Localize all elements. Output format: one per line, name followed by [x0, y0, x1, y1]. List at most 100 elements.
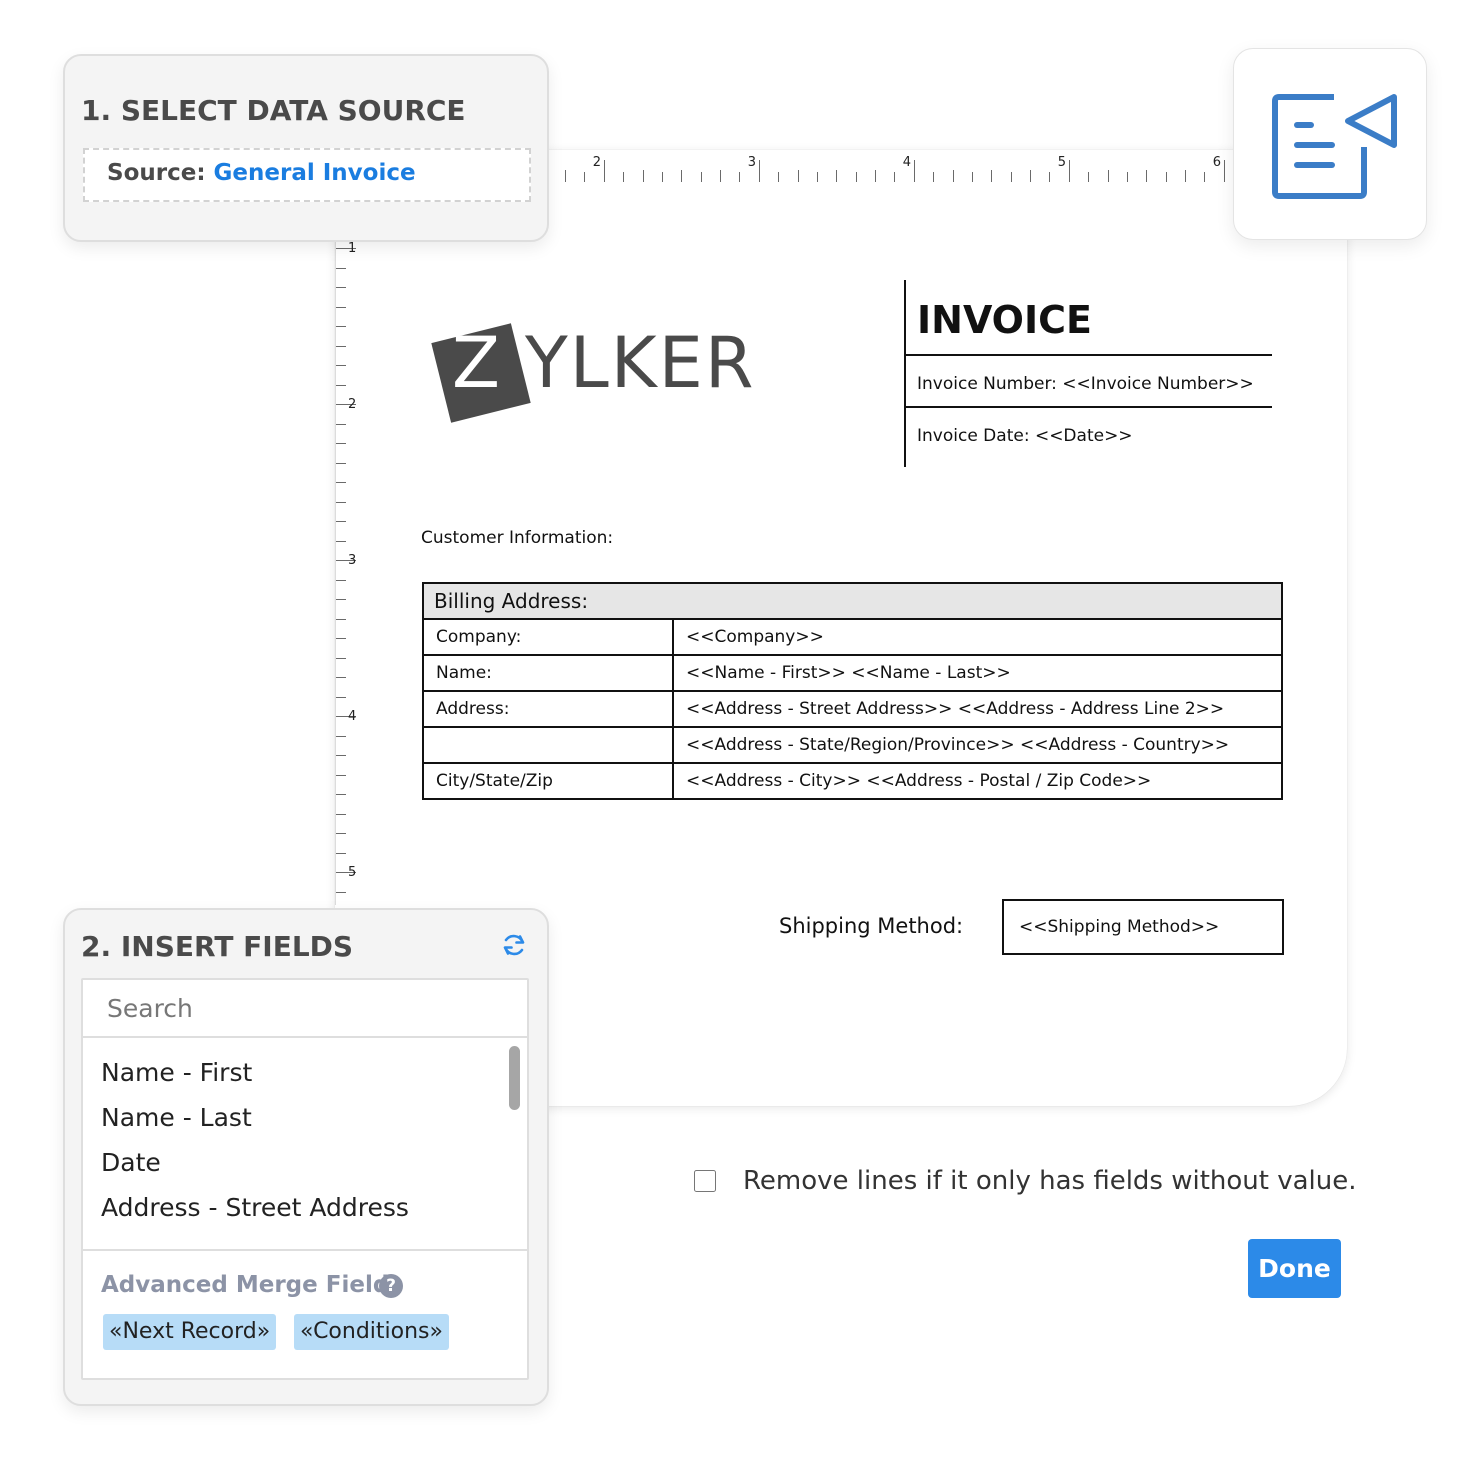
customer-info-label: Customer Information:	[421, 528, 614, 548]
ruler-tick	[336, 540, 346, 542]
ruler-tick	[336, 891, 346, 893]
insert-fields-panel: 2. INSERT FIELDS Name - First Name - Las…	[63, 908, 549, 1406]
ruler-tick	[336, 599, 346, 600]
invoice-number[interactable]: Invoice Number: <<Invoice Number>>	[917, 374, 1254, 394]
shipping-method-box[interactable]: <<Shipping Method>>	[1002, 899, 1284, 955]
ruler-tick	[336, 735, 346, 737]
list-item[interactable]: Name - Last	[101, 1103, 252, 1132]
ruler-tick	[778, 172, 780, 182]
ruler-tick	[1030, 170, 1031, 182]
shipping-method-value: <<Shipping Method>>	[1019, 917, 1220, 937]
ruler-number: 3	[348, 553, 357, 568]
advanced-merge-fields-label: Advanced Merge Fields	[101, 1272, 403, 1298]
ruler-tick	[336, 287, 346, 288]
ruler-tick	[336, 345, 346, 347]
next-record-chip[interactable]: «Next Record»	[103, 1314, 277, 1350]
fields-box: Name - First Name - Last Date Address - …	[81, 978, 529, 1380]
billing-value[interactable]: <<Company>>	[672, 618, 1283, 656]
billing-value[interactable]: <<Address - City>> <<Address - Postal / …	[672, 762, 1283, 800]
ruler-tick	[336, 267, 346, 269]
conditions-chip[interactable]: «Conditions»	[294, 1314, 449, 1350]
invoice-date[interactable]: Invoice Date: <<Date>>	[917, 426, 1133, 446]
ruler-number: 3	[747, 155, 757, 170]
table-row: City/State/Zip <<Address - City>> <<Addr…	[422, 762, 1283, 800]
ruler-tick	[952, 170, 954, 182]
ruler-tick	[642, 170, 644, 182]
billing-label: Name:	[422, 654, 674, 692]
field-list: Name - First Name - Last Date Address - …	[83, 1040, 527, 1248]
list-item[interactable]: Name - First	[101, 1058, 252, 1087]
source-value-link[interactable]: General Invoice	[214, 160, 416, 186]
remove-empty-lines-label[interactable]: Remove lines if it only has fields witho…	[743, 1166, 1357, 1196]
ruler-tick	[681, 170, 683, 182]
billing-header: Billing Address:	[422, 582, 1283, 620]
ruler-tick	[855, 172, 857, 182]
ruler-tick	[1088, 172, 1090, 182]
field-list-scrollbar[interactable]	[509, 1046, 520, 1110]
list-item[interactable]: Date	[101, 1148, 161, 1177]
search-input[interactable]	[83, 980, 527, 1038]
invoice-vertical-rule	[904, 280, 906, 467]
ruler-number: 5	[348, 865, 357, 880]
ruler-number: 6	[1212, 155, 1222, 170]
ruler-number: 4	[348, 709, 357, 724]
data-source-selector[interactable]: Source: General Invoice	[83, 148, 531, 202]
ruler-tick	[336, 501, 346, 503]
table-row: <<Address - State/Region/Province>> <<Ad…	[422, 726, 1283, 764]
ruler-tick	[336, 638, 346, 639]
select-data-source-panel: 1. SELECT DATA SOURCE Source: General In…	[63, 54, 549, 242]
ruler-tick	[1049, 172, 1051, 182]
billing-label: City/State/Zip	[422, 762, 674, 800]
ruler-tick	[971, 172, 973, 182]
logo-text: YLKER	[525, 322, 756, 404]
mail-merge-card	[1233, 48, 1427, 240]
ruler-tick	[336, 794, 346, 795]
ruler-tick	[836, 170, 838, 182]
divider	[83, 1249, 527, 1251]
ruler-tick	[739, 172, 741, 182]
ruler-tick	[584, 172, 586, 182]
table-row: Address: <<Address - Street Address>> <<…	[422, 690, 1283, 728]
billing-value[interactable]: <<Name - First>> <<Name - Last>>	[672, 654, 1283, 692]
ruler-tick	[336, 755, 346, 756]
billing-label: Company:	[422, 618, 674, 656]
remove-empty-lines-checkbox[interactable]	[694, 1170, 716, 1192]
ruler-tick	[720, 170, 721, 182]
ruler-tick	[336, 423, 346, 425]
billing-address-table: Billing Address: Company: <<Company>> Na…	[422, 582, 1283, 800]
ruler-tick	[336, 852, 346, 854]
invoice-divider	[905, 354, 1272, 356]
ruler-tick	[336, 696, 346, 698]
source-label: Source: General Invoice	[107, 160, 416, 186]
help-icon[interactable]: ?	[379, 1274, 403, 1298]
ruler-tick	[1185, 170, 1186, 182]
ruler-tick	[336, 521, 346, 522]
ruler-tick	[913, 160, 915, 182]
ruler-tick	[1146, 170, 1148, 182]
ruler-tick	[336, 618, 346, 620]
invoice-title: INVOICE	[917, 298, 1092, 342]
done-button[interactable]: Done	[1248, 1239, 1341, 1298]
refresh-icon[interactable]	[499, 930, 529, 960]
ruler-tick	[336, 443, 346, 444]
ruler-tick	[336, 306, 346, 308]
ruler-tick	[700, 172, 702, 182]
ruler-tick	[1223, 160, 1225, 182]
ruler-tick	[336, 579, 346, 581]
list-item[interactable]: Address - Street Address	[101, 1193, 409, 1222]
panel-title: 1. SELECT DATA SOURCE	[81, 94, 466, 127]
ruler-tick	[603, 160, 605, 182]
ruler-tick	[336, 657, 346, 659]
ruler-tick	[894, 172, 896, 182]
ruler-tick	[933, 172, 935, 182]
ruler-tick	[336, 365, 346, 366]
billing-value[interactable]: <<Address - State/Region/Province>> <<Ad…	[672, 726, 1283, 764]
billing-header-row: Billing Address:	[422, 582, 1283, 620]
ruler-tick	[336, 833, 346, 834]
ruler-number: 2	[348, 397, 357, 412]
ruler-tick	[336, 482, 346, 483]
ruler-tick	[1126, 172, 1128, 182]
ruler-number: 5	[1057, 155, 1067, 170]
billing-value[interactable]: <<Address - Street Address>> <<Address -…	[672, 690, 1283, 728]
ruler-tick	[336, 677, 346, 678]
